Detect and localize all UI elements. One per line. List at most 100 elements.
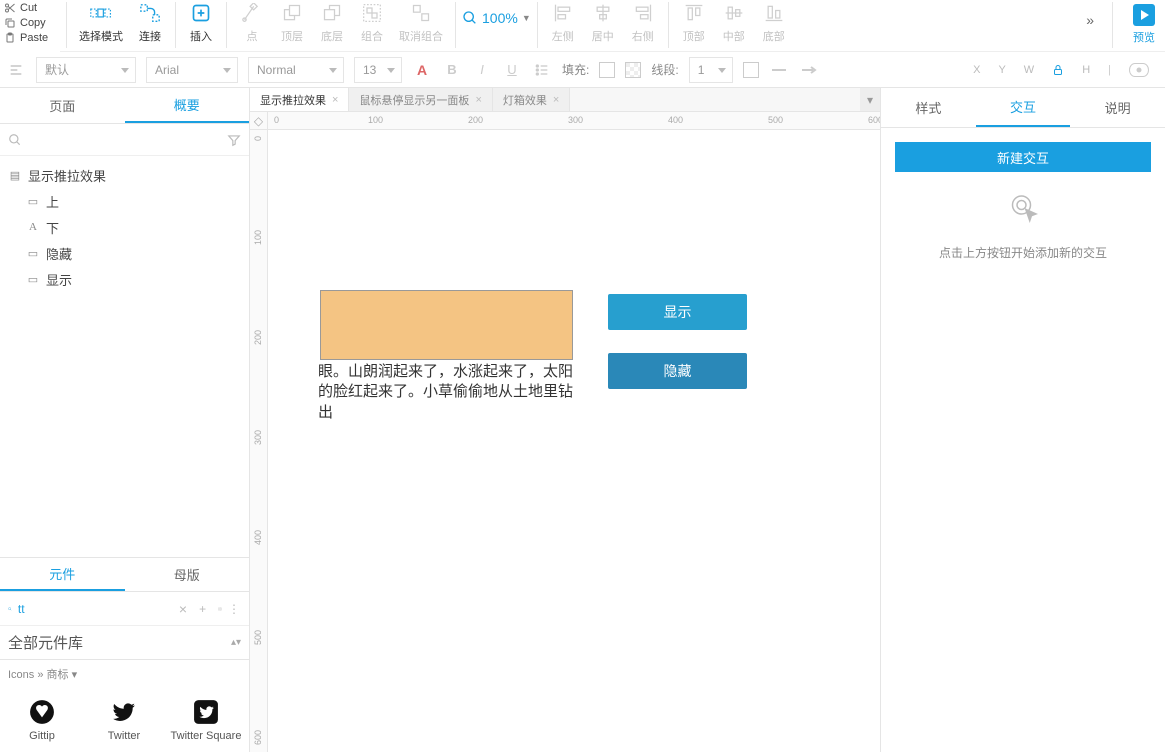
line-style-button[interactable] [769, 60, 789, 80]
bottom-layer-button[interactable]: 底层 [319, 2, 345, 44]
more-ribbon-button[interactable]: » [1086, 0, 1092, 28]
zoom-control[interactable]: 100% ▼ [462, 0, 531, 26]
underline-button[interactable]: U [502, 60, 522, 80]
align-middle-icon [724, 3, 744, 23]
ruler-corner[interactable]: ◇ [250, 112, 268, 130]
right-panel: 样式 交互 说明 新建交互 点击上方按钮开始添加新的交互 [880, 88, 1165, 752]
close-icon[interactable]: × [332, 94, 338, 106]
more-button[interactable]: ⋮ [228, 602, 241, 616]
fill-label: 填充: [562, 61, 589, 78]
canvas[interactable]: 眼。山朗润起来了，水涨起来了，太阳的脸红起来了。小草偷偷地从土地里钻出 显示 隐… [268, 130, 880, 752]
paste-button[interactable]: Paste [4, 32, 56, 44]
outline-item-show[interactable]: ▭显示 [8, 266, 241, 292]
align-left-button[interactable]: 左侧 [550, 2, 576, 44]
connect-button[interactable]: 连接 [137, 2, 163, 44]
arrow-style-button[interactable] [799, 60, 819, 80]
close-icon[interactable]: × [553, 94, 559, 106]
search-icon [8, 602, 12, 616]
tab-widgets[interactable]: 元件 [0, 558, 125, 591]
align-bottom-icon [764, 3, 784, 23]
fill-swatch-2[interactable] [625, 62, 641, 78]
align-right-label: 右侧 [632, 28, 654, 44]
size-dropdown[interactable]: 13 [354, 57, 402, 83]
left-panel: 页面 概要 ▤ 显示推拉效果 ▭上 A下 ▭隐藏 ▭显示 元件 母版 × + ⋮… [0, 88, 250, 752]
point-button[interactable]: 点 [239, 2, 265, 44]
line-color-swatch[interactable] [743, 62, 759, 78]
insert-button[interactable]: 插入 [188, 2, 214, 44]
preview-button[interactable]: 预览 [1133, 0, 1155, 45]
fill-swatch[interactable] [599, 62, 615, 78]
line-width-input[interactable]: 1 [689, 57, 733, 83]
preview-label: 预览 [1133, 29, 1155, 45]
zoom-value: 100% [482, 10, 518, 26]
lock-icon[interactable] [1052, 64, 1064, 76]
widget-gittip[interactable]: Gittip [4, 692, 80, 748]
widget-twitter[interactable]: Twitter [86, 692, 162, 748]
doc-tab-1[interactable]: 鼠标悬停显示另一面板× [349, 88, 492, 111]
tab-style[interactable]: 样式 [881, 88, 976, 127]
filter-icon[interactable] [227, 133, 241, 147]
canvas-show-button[interactable]: 显示 [608, 294, 747, 330]
doc-tab-0[interactable]: 显示推拉效果× [250, 88, 349, 111]
outline-item-hide[interactable]: ▭隐藏 [8, 240, 241, 266]
library-icon[interactable] [218, 602, 222, 616]
gittip-icon [28, 698, 56, 726]
top-layer-button[interactable]: 顶层 [279, 2, 305, 44]
align-top-icon [684, 3, 704, 23]
italic-button[interactable]: I [472, 60, 492, 80]
align-center-button[interactable]: 居中 [590, 2, 616, 44]
interaction-hint: 点击上方按钮开始添加新的交互 [939, 244, 1107, 261]
style-dropdown[interactable]: 默认 [36, 57, 136, 83]
top-layer-label: 顶层 [281, 28, 303, 44]
clear-search-button[interactable]: × [179, 601, 187, 617]
paste-icon [4, 32, 16, 44]
select-mode-label: 选择模式 [79, 28, 123, 44]
bold-button[interactable]: B [442, 60, 462, 80]
chevron-updown-icon: ▴▾ [231, 637, 241, 648]
select-mode-icon [90, 3, 112, 23]
outline-root[interactable]: ▤ 显示推拉效果 [8, 162, 241, 188]
outline-item-up[interactable]: ▭上 [8, 188, 241, 214]
align-top-label: 顶部 [683, 28, 705, 44]
library-selector[interactable]: 全部元件库 ▴▾ [0, 626, 249, 660]
tab-pages[interactable]: 页面 [0, 88, 125, 123]
align-top-button[interactable]: 顶部 [681, 2, 707, 44]
bottom-layer-icon [322, 3, 342, 23]
align-bottom-button[interactable]: 底部 [761, 2, 787, 44]
align-middle-label: 中部 [723, 28, 745, 44]
select-mode-button[interactable]: 选择模式 [79, 2, 123, 44]
outline-search-input[interactable] [28, 133, 221, 147]
group-button[interactable]: 组合 [359, 2, 385, 44]
visibility-toggle[interactable] [1129, 63, 1149, 77]
copy-button[interactable]: Copy [4, 17, 56, 29]
canvas-area: 显示推拉效果× 鼠标悬停显示另一面板× 灯箱效果× ▾ ◇ 0 100 200 … [250, 88, 880, 752]
widget-search-input[interactable] [18, 602, 173, 616]
tab-notes[interactable]: 说明 [1070, 88, 1165, 127]
canvas-text[interactable]: 眼。山朗润起来了，水涨起来了，太阳的脸红起来了。小草偷偷地从土地里钻出 [318, 362, 578, 423]
bullets-button[interactable] [532, 60, 552, 80]
tab-interactions[interactable]: 交互 [976, 88, 1071, 127]
library-breadcrumb[interactable]: Icons » 商标 ▾ [0, 660, 249, 688]
align-center-label: 居中 [592, 28, 614, 44]
align-right-button[interactable]: 右侧 [630, 2, 656, 44]
cut-button[interactable]: Cut [4, 2, 56, 14]
weight-dropdown[interactable]: Normal [248, 57, 344, 83]
canvas-hide-button[interactable]: 隐藏 [608, 353, 747, 389]
add-library-button[interactable]: + [193, 602, 212, 616]
style-bar: 默认 Arial Normal 13 A B I U 填充: 线段: 1 X Y… [0, 52, 1165, 88]
doc-tab-2[interactable]: 灯箱效果× [493, 88, 570, 111]
paragraph-style-icon[interactable] [6, 60, 26, 80]
scissors-icon [4, 2, 16, 14]
align-middle-button[interactable]: 中部 [721, 2, 747, 44]
tab-masters[interactable]: 母版 [125, 558, 250, 591]
font-color-button[interactable]: A [412, 60, 432, 80]
canvas-rectangle[interactable] [320, 290, 573, 360]
tab-outline[interactable]: 概要 [125, 88, 250, 123]
outline-item-down[interactable]: A下 [8, 214, 241, 240]
widget-twitter-square[interactable]: Twitter Square [168, 692, 244, 748]
tab-menu-button[interactable]: ▾ [860, 88, 880, 111]
new-interaction-button[interactable]: 新建交互 [895, 142, 1151, 172]
font-dropdown[interactable]: Arial [146, 57, 238, 83]
close-icon[interactable]: × [475, 94, 481, 106]
ungroup-button[interactable]: 取消组合 [399, 2, 443, 44]
